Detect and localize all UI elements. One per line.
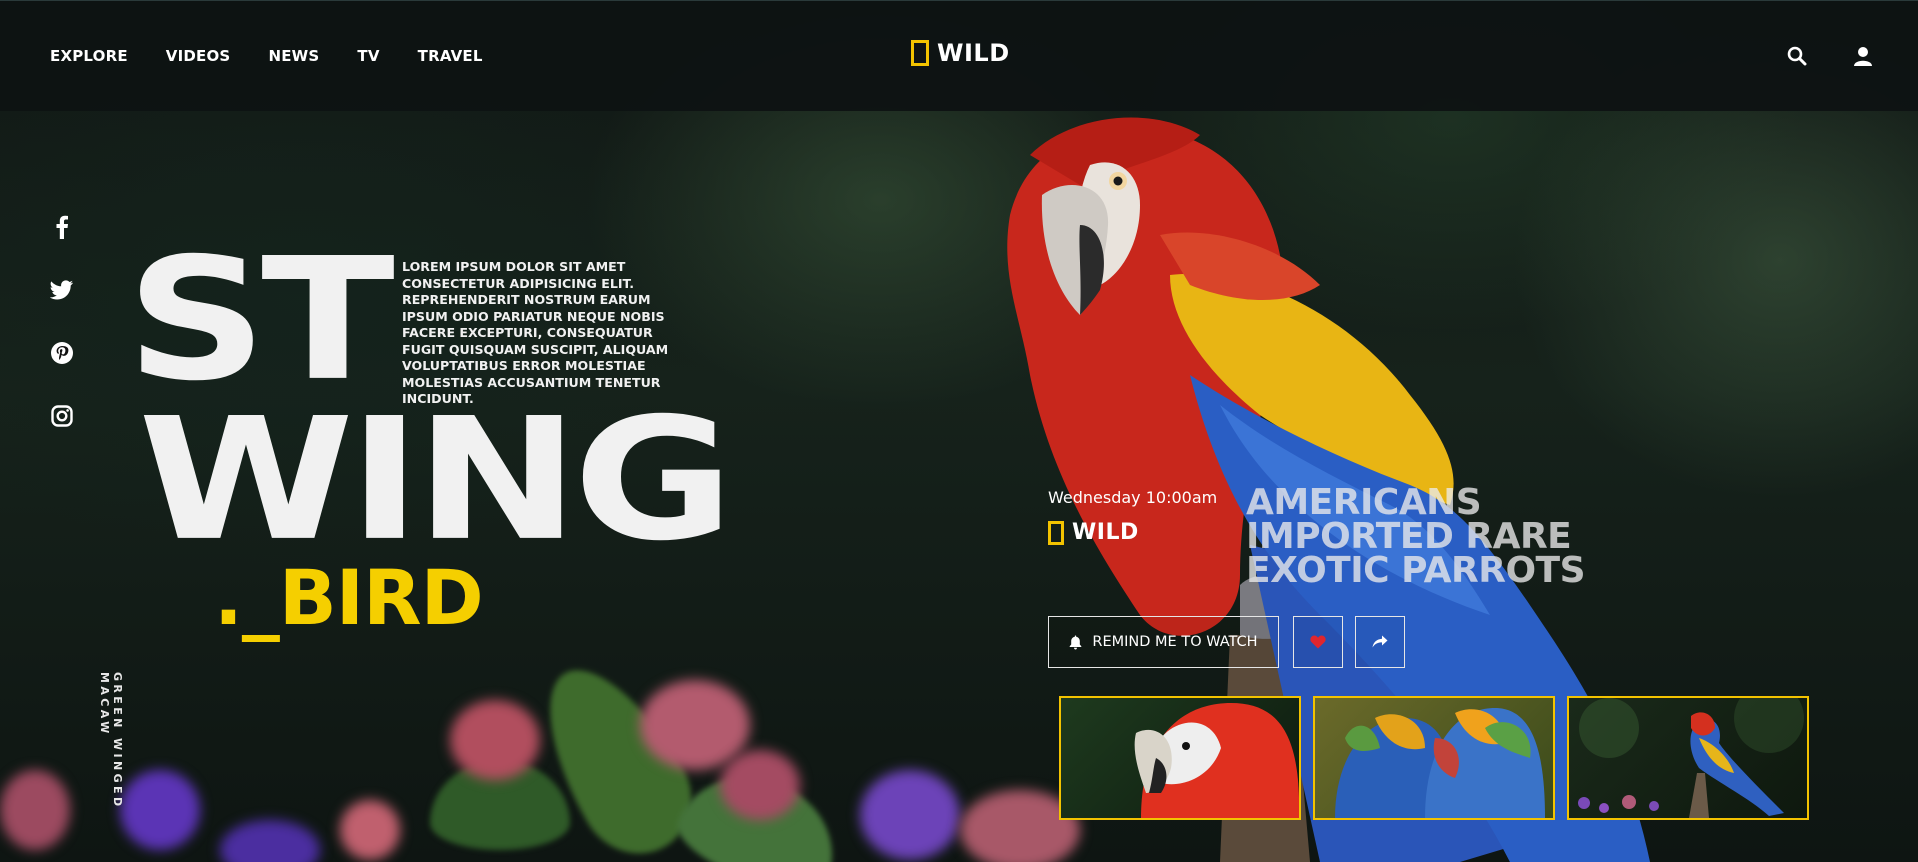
remind-me-label: REMIND ME TO WATCH bbox=[1092, 634, 1258, 650]
flower-blur bbox=[720, 750, 800, 820]
flower-blur bbox=[120, 770, 200, 850]
flower-blur bbox=[450, 700, 540, 780]
headline-line: EXOTIC PARROTS bbox=[1246, 550, 1586, 591]
nav-explore[interactable]: EXPLORE bbox=[50, 47, 128, 65]
bell-icon bbox=[1070, 635, 1082, 649]
share-button[interactable] bbox=[1355, 616, 1405, 668]
video-thumbnail-1[interactable] bbox=[1059, 696, 1301, 820]
pinterest-icon[interactable] bbox=[50, 341, 74, 365]
video-thumbnail-2[interactable] bbox=[1313, 696, 1555, 820]
yellow-frame-icon bbox=[1048, 520, 1064, 545]
hero-title-line-1: ST bbox=[126, 222, 395, 419]
brand-logo[interactable]: WILD bbox=[911, 39, 1010, 67]
nav-news[interactable]: NEWS bbox=[268, 47, 319, 65]
site-header: EXPLORE VIDEOS NEWS TV TRAVEL WILD bbox=[0, 0, 1918, 111]
facebook-icon[interactable] bbox=[50, 215, 74, 239]
perched-macaw-image bbox=[1578, 698, 1804, 818]
macaw-pair-image bbox=[1335, 708, 1545, 818]
video-thumbnail-3[interactable] bbox=[1567, 696, 1809, 820]
hero-title-line-2: WING bbox=[138, 382, 734, 579]
search-icon[interactable] bbox=[1786, 45, 1808, 67]
remind-me-button[interactable]: REMIND ME TO WATCH bbox=[1048, 616, 1279, 668]
channel-name: WILD bbox=[1072, 520, 1139, 545]
nav-travel[interactable]: TRAVEL bbox=[418, 47, 483, 65]
flower-blur bbox=[640, 680, 750, 770]
heart-icon bbox=[1310, 635, 1326, 649]
headline-line: AMERICANS bbox=[1246, 482, 1482, 523]
show-headline: AMERICANS IMPORTED RARE EXOTIC PARROTS bbox=[1246, 482, 1666, 591]
nav-tv[interactable]: TV bbox=[357, 47, 379, 65]
hero-title-accent: ._BIRD bbox=[214, 553, 484, 642]
flower-blur bbox=[860, 770, 960, 860]
like-button[interactable] bbox=[1293, 616, 1343, 668]
headline-line: IMPORTED RARE bbox=[1246, 516, 1572, 557]
show-schedule: Wednesday 10:00am bbox=[1048, 488, 1218, 507]
flower-blur bbox=[0, 770, 70, 850]
yellow-frame-icon bbox=[911, 40, 929, 66]
twitter-icon[interactable] bbox=[50, 278, 74, 302]
brand-name: WILD bbox=[937, 39, 1010, 67]
main-nav: EXPLORE VIDEOS NEWS TV TRAVEL bbox=[50, 47, 483, 65]
instagram-icon[interactable] bbox=[50, 404, 74, 428]
share-icon bbox=[1372, 635, 1388, 648]
nav-videos[interactable]: VIDEOS bbox=[166, 47, 231, 65]
scarlet-macaw-image bbox=[1134, 703, 1299, 818]
channel-logo: WILD bbox=[1048, 520, 1139, 545]
hero-intro-text: LOREM IPSUM DOLOR SIT AMET CONSECTETUR A… bbox=[402, 259, 669, 406]
flower-blur bbox=[220, 820, 320, 862]
species-label: GREEN WINGED MACAW bbox=[98, 672, 124, 810]
flower-blur bbox=[340, 800, 400, 860]
user-icon[interactable] bbox=[1852, 45, 1874, 67]
